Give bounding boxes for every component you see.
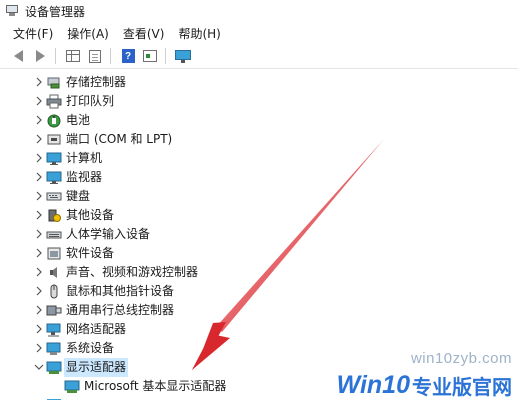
back-icon — [13, 50, 23, 62]
tree-item-label: 打印队列 — [66, 94, 115, 108]
monitor-icon — [46, 171, 62, 184]
toolbar-separator — [165, 48, 166, 64]
chevron-right-icon[interactable] — [34, 248, 44, 258]
device-tree: 存储控制器 打印队列 电池 端口 (COM 和 LPT) 计算机 监视器 键盘 … — [0, 73, 518, 396]
other-devices-icon — [48, 209, 61, 222]
chevron-right-icon[interactable] — [34, 286, 44, 296]
tree-item-computer[interactable]: 计算机 — [0, 149, 518, 168]
tree-item-software-devices[interactable]: 软件设备 — [0, 244, 518, 263]
properties-button[interactable] — [140, 47, 160, 65]
tree-item-label: 软件设备 — [66, 246, 115, 260]
tree-item-sound-video-game[interactable]: 声音、视频和游戏控制器 — [0, 263, 518, 282]
computer-icon — [46, 152, 62, 165]
back-button[interactable] — [8, 47, 28, 65]
chevron-right-icon[interactable] — [34, 210, 44, 220]
monitor-icon — [175, 49, 191, 63]
menu-action[interactable]: 操作(A) — [60, 25, 116, 42]
tree-item-label: 监视器 — [66, 170, 103, 184]
show-hide-console-tree-button[interactable] — [63, 47, 83, 65]
chevron-right-icon[interactable] — [34, 191, 44, 201]
tree-item-label: 鼠标和其他指针设备 — [66, 284, 175, 298]
tree-item-partial — [46, 394, 146, 400]
title-bar: 设备管理器 — [0, 0, 518, 22]
keyboard-icon — [46, 192, 62, 201]
chevron-right-icon[interactable] — [34, 267, 44, 277]
document-icon — [89, 49, 101, 63]
chevron-right-icon[interactable] — [34, 305, 44, 315]
system-device-icon — [46, 342, 61, 355]
forward-icon — [35, 50, 45, 62]
software-device-icon — [47, 247, 61, 260]
tree-item-monitors[interactable]: 监视器 — [0, 168, 518, 187]
tree-item-label: 显示适配器 — [64, 358, 129, 377]
chevron-right-icon[interactable] — [34, 96, 44, 106]
tree-item-usb-controllers[interactable]: 通用串行总线控制器 — [0, 301, 518, 320]
grid-icon — [66, 50, 80, 62]
forward-button[interactable] — [30, 47, 50, 65]
tree-item-label: 声音、视频和游戏控制器 — [66, 265, 199, 279]
tree-item-keyboards[interactable]: 键盘 — [0, 187, 518, 206]
tree-item-label: 通用串行总线控制器 — [66, 303, 175, 317]
sound-icon — [50, 267, 57, 278]
printer-icon — [46, 94, 62, 109]
tree-item-label: 人体学输入设备 — [66, 227, 151, 241]
network-adapter-icon — [46, 323, 61, 337]
tree-item-ports[interactable]: 端口 (COM 和 LPT) — [0, 130, 518, 149]
hid-icon — [46, 231, 62, 239]
port-icon — [47, 134, 61, 145]
watermark-brand-main: Win10 — [336, 370, 410, 399]
chevron-right-icon[interactable] — [34, 229, 44, 239]
menu-help[interactable]: 帮助(H) — [171, 25, 227, 42]
toolbar: ? — [0, 44, 518, 69]
chevron-down-icon[interactable] — [34, 362, 44, 372]
tree-item-label: 系统设备 — [66, 341, 115, 355]
mouse-icon — [50, 284, 58, 299]
properties-sheet-button[interactable] — [85, 47, 105, 65]
tree-item-other-devices[interactable]: 其他设备 — [0, 206, 518, 225]
watermark-brand-sub: 专业版官网 — [412, 376, 512, 399]
help-button[interactable]: ? — [118, 47, 138, 65]
tree-item-storage-controllers[interactable]: 存储控制器 — [0, 73, 518, 92]
menu-file[interactable]: 文件(F) — [0, 25, 60, 42]
tree-item-network-adapters[interactable]: 网络适配器 — [0, 320, 518, 339]
menu-view[interactable]: 查看(V) — [116, 25, 172, 42]
toolbar-separator — [55, 48, 56, 64]
tree-item-label: 计算机 — [66, 151, 103, 165]
menu-bar: 文件(F) 操作(A) 查看(V) 帮助(H) — [0, 22, 518, 44]
device-manager-icon — [5, 5, 19, 17]
tree-item-print-queues[interactable]: 打印队列 — [0, 92, 518, 111]
tree-item-label: 电池 — [66, 113, 91, 127]
tree-item-label: 键盘 — [66, 189, 91, 203]
tree-item-hid[interactable]: 人体学输入设备 — [0, 225, 518, 244]
tree-item-batteries[interactable]: 电池 — [0, 111, 518, 130]
display-adapter-icon — [46, 361, 62, 374]
tree-item-label: 网络适配器 — [66, 322, 127, 336]
chevron-right-icon[interactable] — [34, 324, 44, 334]
storage-controller-icon — [47, 77, 60, 89]
usb-icon — [46, 305, 62, 316]
tree-item-label: 端口 (COM 和 LPT) — [66, 132, 173, 146]
chevron-right-icon[interactable] — [34, 172, 44, 182]
chevron-right-icon[interactable] — [34, 77, 44, 87]
chevron-right-icon[interactable] — [34, 134, 44, 144]
watermark-site: win10zyb.com — [410, 350, 512, 367]
watermark-brand: Win10 专业版官网 — [337, 370, 512, 400]
chevron-right-icon[interactable] — [34, 343, 44, 353]
properties-icon — [143, 50, 157, 62]
battery-icon — [47, 114, 61, 128]
scan-hardware-button[interactable] — [173, 47, 193, 65]
tree-item-label: 存储控制器 — [66, 75, 127, 89]
display-adapter-icon — [64, 380, 80, 393]
chevron-right-icon[interactable] — [34, 153, 44, 163]
toolbar-separator — [110, 48, 111, 64]
tree-item-mice[interactable]: 鼠标和其他指针设备 — [0, 282, 518, 301]
chevron-right-icon[interactable] — [34, 115, 44, 125]
tree-item-label: 其他设备 — [66, 208, 115, 222]
window-title: 设备管理器 — [25, 4, 86, 19]
help-icon: ? — [121, 49, 135, 63]
